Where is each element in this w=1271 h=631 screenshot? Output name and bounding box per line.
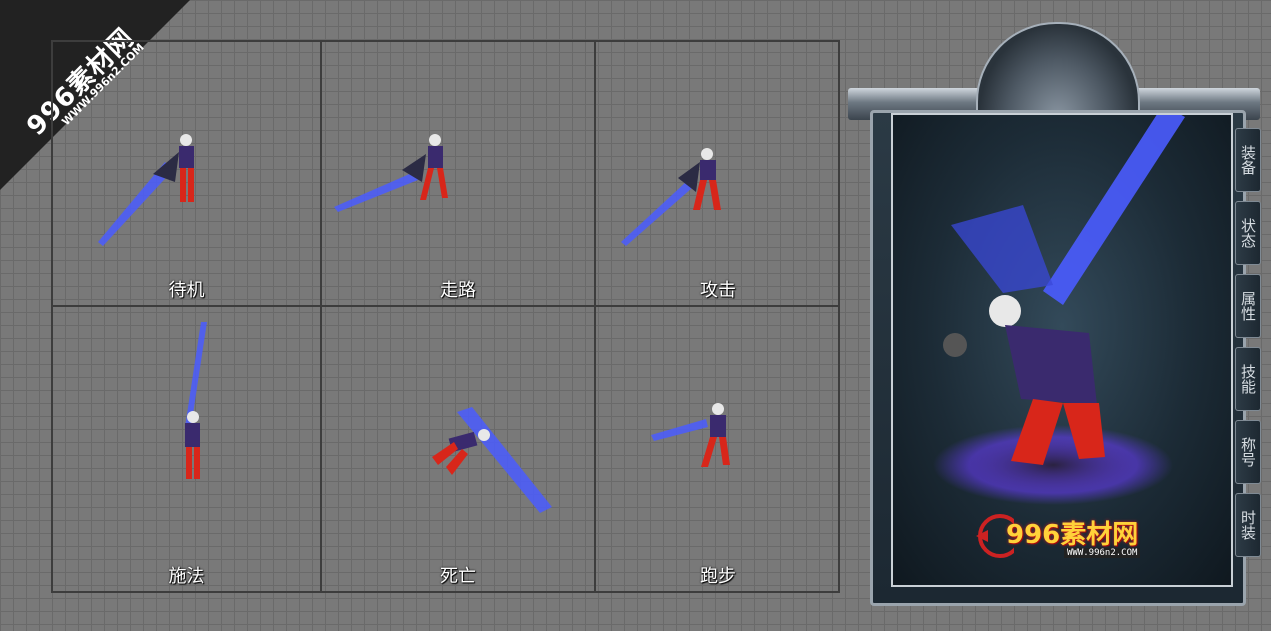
tab-titles[interactable]: 称号: [1235, 420, 1261, 484]
character-sprite-walk: [334, 134, 448, 212]
frame-label: 攻击: [700, 280, 736, 301]
frame-label: 走路: [440, 280, 476, 301]
logo-text: 996素材网: [1006, 520, 1139, 550]
panel-side-tabs: 装备 状态 属性 技能 称号 时装: [1235, 128, 1263, 566]
character-panel: 装备 状态 属性 技能 称号 时装 996素材网 WWW.996n2.COM: [848, 20, 1271, 610]
frame-walk: 走路: [322, 42, 594, 305]
panel-crest-ornament: [976, 22, 1140, 122]
animation-frames-grid: 待机 走路 攻击 施法 死亡 跑步: [51, 40, 840, 593]
frame-idle: 待机: [53, 42, 320, 305]
character-sprite-cast: [185, 322, 207, 479]
frame-label: 跑步: [700, 566, 736, 587]
brand-logo: 996素材网 WWW.996n2.COM: [976, 508, 1156, 568]
frame-label: 待机: [168, 280, 205, 301]
tab-attributes[interactable]: 属性: [1235, 274, 1261, 338]
tab-skills[interactable]: 技能: [1235, 347, 1261, 411]
frame-label: 施法: [168, 566, 205, 587]
frame-cast: 施法: [53, 307, 320, 591]
frame-attack: 攻击: [596, 42, 840, 305]
character-sprite-run: [651, 403, 730, 467]
tab-equipment[interactable]: 装备: [1235, 128, 1261, 192]
character-sprite-idle: [98, 134, 194, 246]
character-sprite-death: [432, 407, 552, 513]
character-sprite-attack: [621, 148, 721, 246]
tab-status[interactable]: 状态: [1235, 201, 1261, 265]
logo-url: WWW.996n2.COM: [1064, 548, 1141, 558]
frame-label: 死亡: [440, 566, 476, 587]
tab-fashion[interactable]: 时装: [1235, 493, 1261, 557]
frame-death: 死亡: [322, 307, 594, 591]
frame-run: 跑步: [596, 307, 840, 591]
